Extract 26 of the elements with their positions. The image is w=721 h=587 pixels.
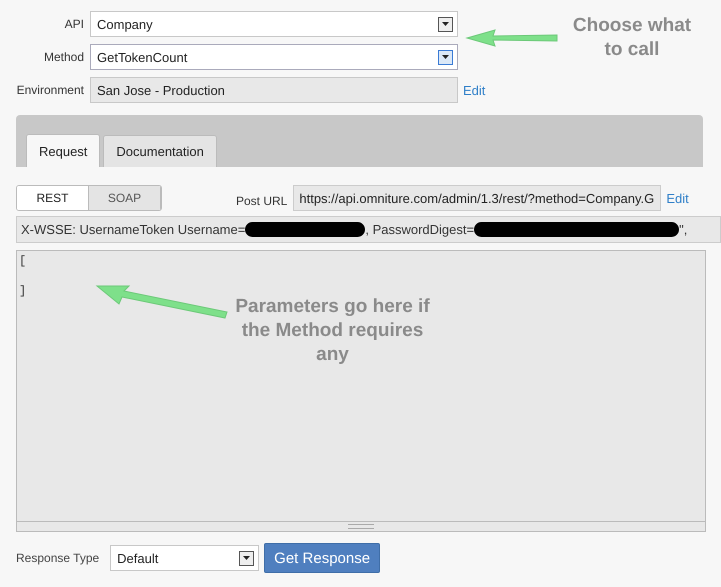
arrow-annotation-icon — [465, 28, 560, 48]
resize-grip-icon[interactable] — [348, 524, 374, 529]
field-label: API — [64, 17, 85, 31]
annotation-text: Parameters go here if the Method requires any — [234, 295, 431, 366]
format-toggle-button[interactable]: SOAP — [89, 186, 161, 210]
edit-link[interactable]: Edit — [666, 190, 689, 206]
field-label: Environment — [16, 83, 85, 97]
dropdown[interactable]: Company — [90, 11, 458, 37]
header-text: , PasswordDigest= — [365, 222, 474, 237]
post-url-field: https://api.omniture.com/admin/1.3/rest/?method=Company.G — [293, 185, 662, 211]
bracket-text: ] — [19, 284, 26, 298]
environment-field: San Jose - Production — [90, 77, 458, 103]
format-toggle-button[interactable]: REST — [17, 186, 89, 210]
tab[interactable]: Documentation — [103, 135, 217, 167]
edit-link[interactable]: Edit — [463, 82, 486, 98]
tab[interactable]: Request — [26, 134, 100, 167]
annotation-text: Choose what to call — [572, 14, 692, 62]
header-text: ", — [679, 222, 688, 237]
response-type-dropdown[interactable]: Default — [110, 545, 260, 571]
header-text: X-WSSE: UsernameToken Username= — [21, 222, 246, 237]
field-label: Method — [42, 50, 85, 64]
bracket-text: [ — [19, 254, 26, 268]
get-response-button[interactable]: Get Response — [264, 543, 380, 573]
post-url-label: Post URL — [236, 193, 288, 208]
dropdown[interactable]: GetTokenCount — [90, 44, 458, 70]
response-type-label: Response Type — [16, 551, 100, 565]
